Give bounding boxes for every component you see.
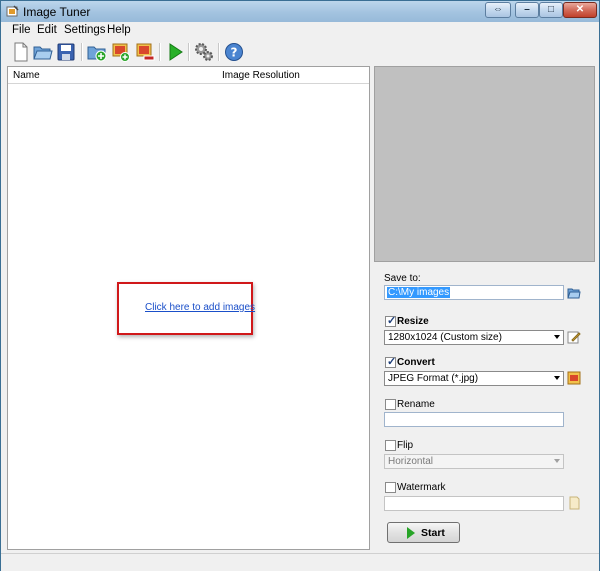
convert-label: Convert — [397, 357, 435, 368]
maximize-icon: □ — [547, 4, 555, 15]
checkmark-icon: ✓ — [387, 356, 397, 368]
convert-select[interactable]: JPEG Format (*.jpg) — [384, 371, 564, 386]
toolbar-separator — [159, 43, 161, 61]
rename-label: Rename — [397, 399, 435, 410]
add-images-highlight: Click here to add images — [117, 282, 255, 335]
menu-settings[interactable]: Settings — [64, 24, 106, 36]
new-file-icon[interactable] — [11, 42, 31, 62]
settings-icon[interactable] — [194, 42, 214, 62]
save-icon[interactable] — [56, 42, 76, 62]
add-folder-icon[interactable] — [87, 42, 107, 62]
image-preview — [374, 66, 595, 262]
menu-edit[interactable]: Edit — [37, 24, 57, 36]
watermark-field[interactable] — [384, 496, 564, 511]
browse-folder-icon[interactable] — [567, 286, 581, 300]
app-window: Image Tuner ⇔ – □ ✕ File Edit Settings H… — [0, 0, 600, 571]
play-icon — [407, 527, 415, 539]
column-image-resolution[interactable]: Image Resolution — [222, 70, 300, 81]
list-header: Name Image Resolution — [8, 67, 369, 84]
maximize-button[interactable]: □ — [539, 2, 563, 18]
toolbar-separator — [188, 43, 190, 61]
rename-field[interactable] — [384, 412, 564, 427]
remove-images-icon[interactable] — [135, 42, 155, 62]
menu-bar: File Edit Settings Help — [1, 22, 599, 39]
restore-arrows-button[interactable]: ⇔ — [485, 2, 511, 18]
chevron-down-icon — [554, 335, 560, 339]
save-to-label: Save to: — [384, 273, 421, 284]
minimize-button[interactable]: – — [515, 2, 539, 18]
flip-select[interactable]: Horizontal — [384, 454, 564, 469]
title-bar: Image Tuner ⇔ – □ ✕ — [1, 1, 599, 22]
menu-file[interactable]: File — [12, 24, 31, 36]
add-images-icon[interactable] — [111, 42, 131, 62]
watermark-label: Watermark — [397, 482, 446, 493]
status-bar — [1, 553, 599, 571]
toolbar: ? — [1, 39, 599, 65]
checkmark-icon: ✓ — [387, 315, 397, 327]
svg-text:?: ? — [231, 46, 238, 60]
close-button[interactable]: ✕ — [563, 2, 597, 18]
resize-select[interactable]: 1280x1024 (Custom size) — [384, 330, 564, 345]
chevron-down-icon — [554, 376, 560, 380]
app-icon — [6, 5, 19, 17]
watermark-checkbox[interactable] — [385, 482, 396, 493]
window-title: Image Tuner — [23, 5, 91, 19]
start-label: Start — [421, 527, 445, 539]
chevron-down-icon — [554, 459, 560, 463]
edit-size-icon[interactable] — [567, 330, 581, 344]
menu-help[interactable]: Help — [107, 24, 131, 36]
image-list[interactable]: Name Image Resolution Click here to add … — [7, 66, 370, 550]
start-button[interactable]: Start — [387, 522, 460, 543]
watermark-settings-icon[interactable] — [567, 496, 581, 510]
close-icon: ✕ — [575, 4, 585, 15]
open-folder-icon[interactable] — [33, 42, 53, 62]
format-settings-icon[interactable] — [567, 371, 581, 385]
save-to-field[interactable]: C:\My images — [384, 285, 564, 300]
save-to-value: C:\My images — [387, 287, 451, 298]
add-images-link[interactable]: Click here to add images — [145, 302, 255, 313]
flip-checkbox[interactable] — [385, 440, 396, 451]
toolbar-separator — [218, 43, 220, 61]
arrows-icon: ⇔ — [493, 4, 503, 15]
convert-checkbox[interactable]: ✓ — [385, 356, 397, 368]
minimize-icon: – — [524, 4, 530, 15]
flip-label: Flip — [397, 440, 414, 451]
toolbar-separator — [81, 43, 83, 61]
rename-checkbox[interactable] — [385, 399, 396, 410]
resize-label: Resize — [397, 316, 429, 327]
start-icon[interactable] — [165, 42, 185, 62]
help-icon[interactable]: ? — [224, 42, 244, 62]
column-name[interactable]: Name — [13, 70, 40, 81]
flip-value: Horizontal — [388, 456, 434, 467]
resize-value: 1280x1024 (Custom size) — [388, 332, 502, 343]
convert-value: JPEG Format (*.jpg) — [388, 373, 479, 384]
resize-checkbox[interactable]: ✓ — [385, 315, 397, 327]
